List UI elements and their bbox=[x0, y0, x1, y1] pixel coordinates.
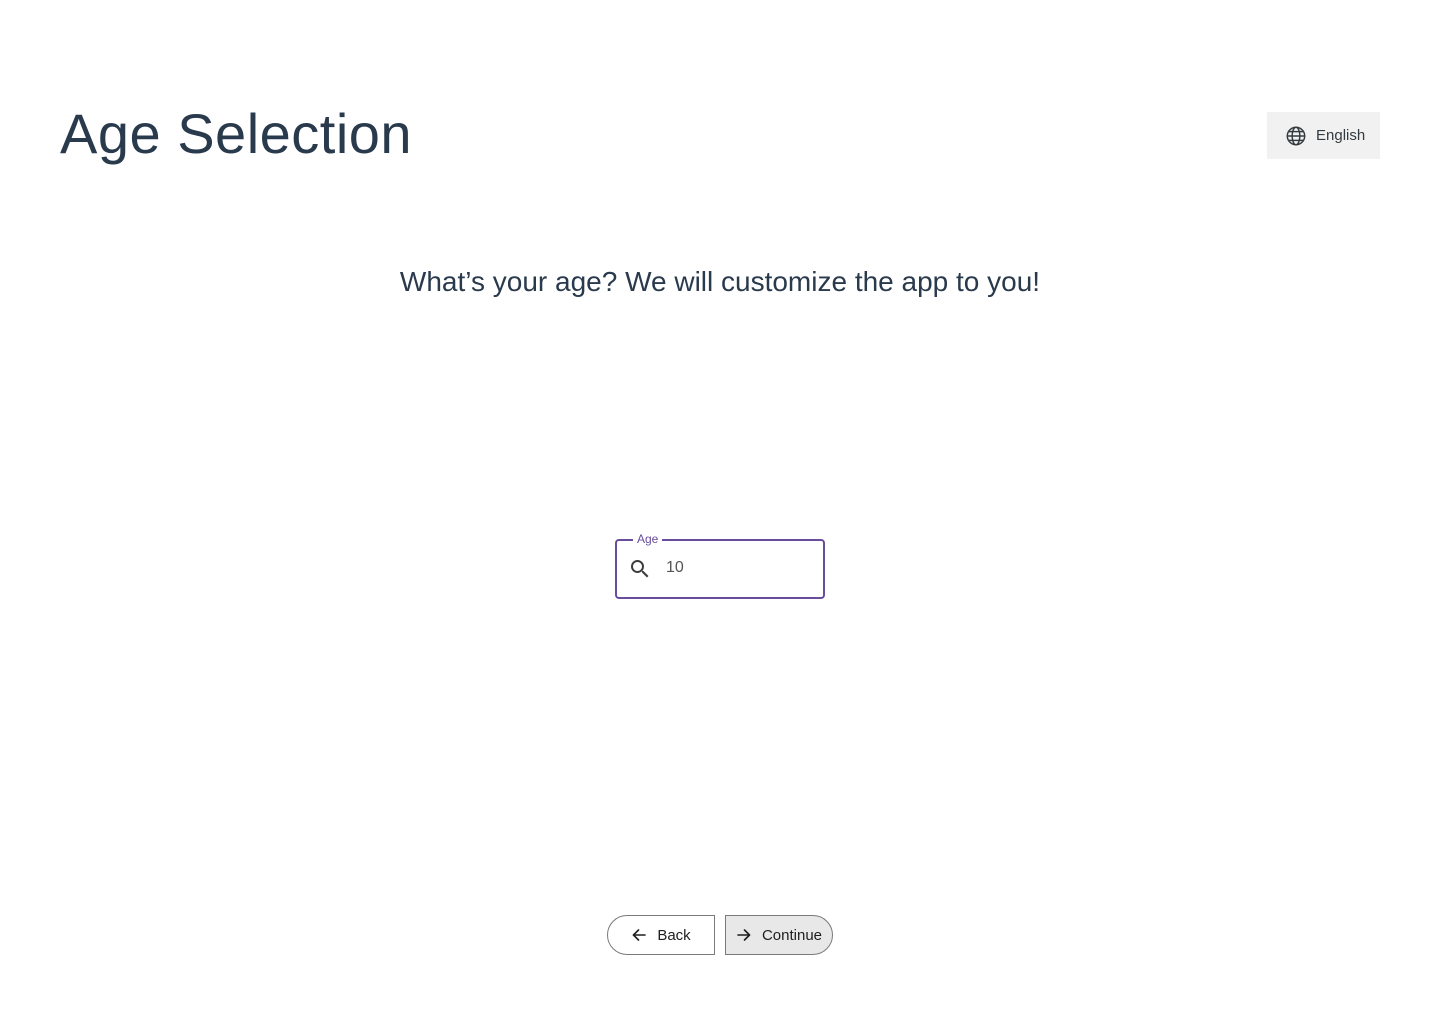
search-icon bbox=[628, 557, 652, 581]
arrow-left-icon bbox=[631, 927, 647, 943]
arrow-right-icon bbox=[736, 927, 752, 943]
globe-icon bbox=[1285, 125, 1307, 147]
back-button[interactable]: Back bbox=[607, 915, 715, 955]
continue-button-label: Continue bbox=[761, 926, 823, 944]
age-selection-page: Age Selection English What’s your age? W… bbox=[0, 0, 1440, 1024]
age-field[interactable]: Age bbox=[615, 531, 825, 599]
age-field-label: Age bbox=[633, 531, 663, 547]
back-button-label: Back bbox=[657, 926, 691, 944]
age-prompt: What’s your age? We will customize the a… bbox=[399, 266, 1041, 297]
continue-button[interactable]: Continue bbox=[725, 915, 833, 955]
language-button[interactable]: English bbox=[1267, 112, 1380, 159]
navigation-buttons: Back Continue bbox=[607, 915, 833, 955]
language-label: English bbox=[1316, 127, 1366, 144]
age-input[interactable] bbox=[666, 553, 816, 583]
page-title: Age Selection bbox=[60, 102, 413, 165]
